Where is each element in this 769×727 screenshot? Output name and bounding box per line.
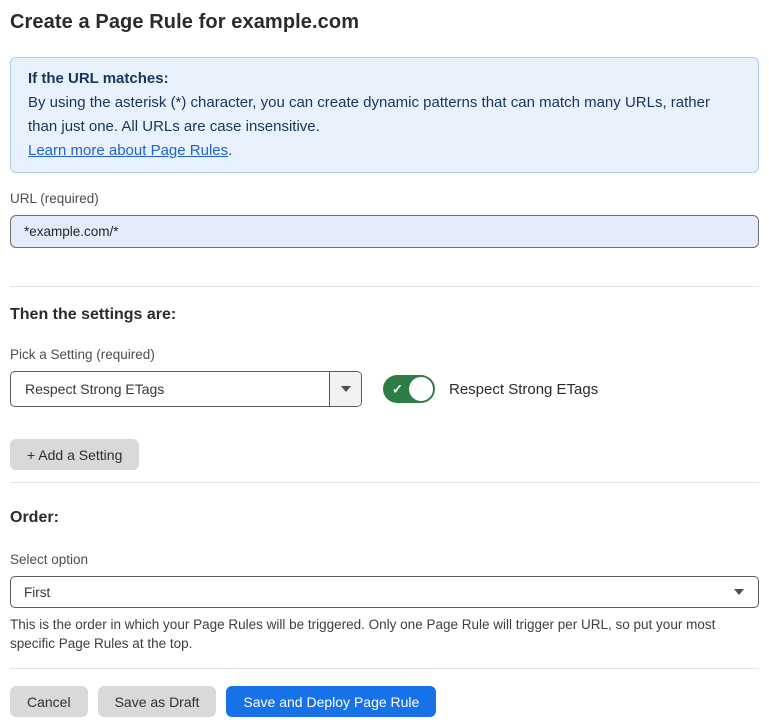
chevron-down-icon[interactable] [329,372,361,406]
toggle-label: Respect Strong ETags [449,381,598,398]
info-box-body: By using the asterisk (*) character, you… [28,91,741,139]
pick-setting-label: Pick a Setting (required) [10,346,759,363]
setting-row: Respect Strong ETags ✓ Respect Strong ET… [10,371,759,407]
page-title: Create a Page Rule for example.com [10,9,759,36]
url-input[interactable] [10,215,759,248]
footer-actions: Cancel Save as Draft Save and Deploy Pag… [10,686,759,717]
divider [10,286,759,287]
order-section-heading: Order: [10,509,759,527]
info-box-link-line: Learn more about Page Rules. [28,139,741,163]
divider [10,482,759,483]
triangle-glyph [734,589,744,595]
respect-strong-etags-toggle[interactable]: ✓ [383,375,435,403]
order-select[interactable]: First [10,576,759,608]
save-and-deploy-button[interactable]: Save and Deploy Page Rule [226,686,436,717]
check-icon: ✓ [392,383,403,396]
link-period: . [228,142,232,159]
setting-select[interactable]: Respect Strong ETags [10,371,362,407]
add-setting-button[interactable]: + Add a Setting [10,439,139,470]
triangle-glyph [341,386,351,392]
order-select-value: First [11,585,734,600]
create-page-rule-form: Create a Page Rule for example.com If th… [0,9,769,717]
cancel-button[interactable]: Cancel [10,686,88,717]
learn-more-link[interactable]: Learn more about Page Rules [28,142,228,159]
info-box-heading: If the URL matches: [28,67,741,91]
settings-section-heading: Then the settings are: [10,306,759,324]
chevron-down-icon [734,589,744,595]
divider [10,668,759,669]
order-help-text: This is the order in which your Page Rul… [10,615,759,653]
order-select-label: Select option [10,551,759,568]
url-field-label: URL (required) [10,190,759,207]
toggle-knob [409,377,433,401]
save-as-draft-button[interactable]: Save as Draft [98,686,217,717]
setting-select-value: Respect Strong ETags [11,381,329,397]
setting-toggle-group: ✓ Respect Strong ETags [383,375,598,403]
url-matches-info-box: If the URL matches: By using the asteris… [10,57,759,173]
